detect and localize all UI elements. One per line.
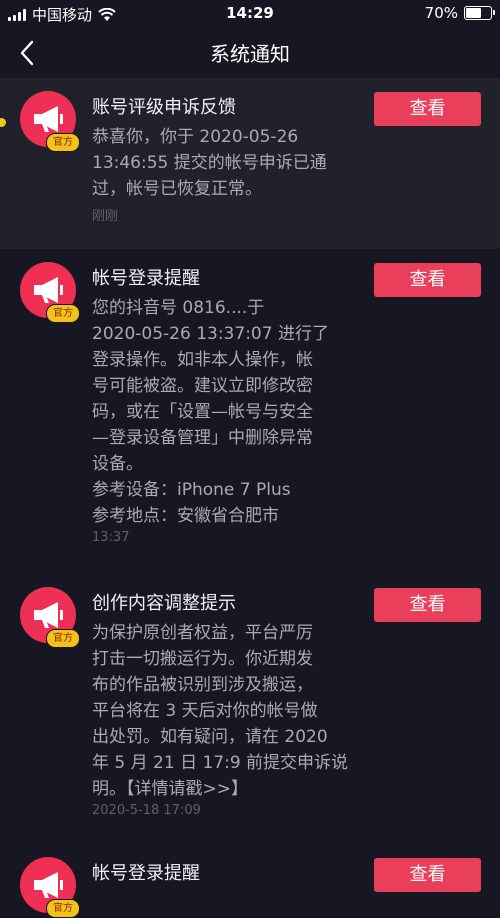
notification-item[interactable]: 官方 帐号登录提醒 查看 您的抖音号 0816....于 2020-05-26 …	[0, 250, 500, 570]
view-button[interactable]: 查看	[374, 263, 481, 297]
notification-item[interactable]: 官方 创作内容调整提示 查看 为保护原创者权益，平台严厉 打击一切搬运行为。你近…	[0, 575, 500, 835]
notification-title: 帐号登录提醒	[92, 863, 200, 884]
megaphone-icon	[34, 872, 63, 898]
notification-title: 帐号登录提醒	[92, 268, 200, 289]
status-right: 70%	[424, 4, 495, 22]
official-badge: 官方	[46, 133, 80, 152]
notification-time: 13:37	[92, 530, 130, 545]
notification-title: 创作内容调整提示	[92, 593, 236, 614]
page-title: 系统通知	[210, 42, 290, 66]
view-button[interactable]: 查看	[374, 92, 481, 126]
view-button[interactable]: 查看	[374, 858, 481, 892]
official-badge: 官方	[46, 629, 80, 648]
megaphone-icon	[34, 277, 63, 303]
official-badge: 官方	[46, 899, 80, 918]
official-badge: 官方	[46, 304, 80, 323]
megaphone-icon	[34, 602, 63, 628]
nav-bar: 系统通知	[0, 26, 500, 79]
notification-body: 您的抖音号 0816....于 2020-05-26 13:37:07 进行了 …	[92, 298, 329, 526]
notification-item[interactable]: 官方 帐号登录提醒 查看	[0, 845, 500, 918]
notification-body: 为保护原创者权益，平台严厉 打击一切搬运行为。你近期发 布的作品被识别到涉及搬运…	[92, 623, 349, 799]
battery-icon	[464, 6, 495, 20]
view-button[interactable]: 查看	[374, 588, 481, 622]
unread-dot	[0, 118, 6, 127]
notification-body: 恭喜你，你于 2020-05-26 13:46:55 提交的帐号申诉已通 过，帐…	[92, 127, 327, 199]
megaphone-icon	[34, 106, 63, 132]
notification-title: 账号评级申诉反馈	[92, 97, 236, 118]
battery-fill	[466, 8, 481, 18]
notification-time: 刚刚	[92, 209, 119, 224]
status-bar: 中国移动 14:29 70%	[0, 0, 500, 26]
battery-percent: 70%	[424, 4, 458, 22]
notification-item[interactable]: 官方 账号评级申诉反馈 查看 恭喜你，你于 2020-05-26 13:46:5…	[0, 79, 500, 249]
notification-time: 2020-5-18 17:09	[92, 803, 201, 818]
